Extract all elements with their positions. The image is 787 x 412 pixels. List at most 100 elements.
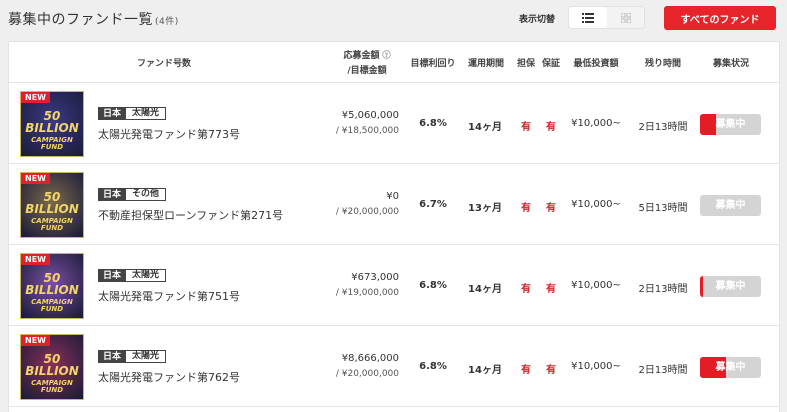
type-tag: 太陽光: [126, 269, 167, 282]
table-header: ファンド号数 応募金額? /目標金額 目標利回り 運用期間 担保 保証 最低投資…: [9, 42, 779, 83]
col-term: 運用期間: [467, 59, 504, 69]
fund-name-link[interactable]: 太陽光発電ファンド第773号: [98, 126, 240, 142]
term: 14ヶ月: [468, 284, 502, 295]
col-guarantee: 保証: [541, 59, 560, 69]
svg-text:?: ?: [384, 52, 388, 59]
col-target-amount: /目標金額: [347, 66, 387, 76]
fund-row[interactable]: NEW 50 BILLION CAMPAIGN FUND 日本 その他 不動産担…: [9, 165, 779, 245]
time-remaining: 2日13時間: [638, 122, 688, 133]
region-tag: 日本: [98, 269, 127, 282]
col-fund-name: ファンド号数: [136, 59, 191, 69]
list-view-button[interactable]: [569, 7, 607, 28]
status-button[interactable]: 募集中: [700, 357, 761, 378]
fund-name-link[interactable]: 太陽光発電ファンド第762号: [98, 369, 240, 385]
new-badge: NEW: [21, 335, 50, 346]
fund-name-link[interactable]: 不動産担保型ローンファンド第271号: [98, 207, 283, 223]
fund-count: (4件): [155, 17, 179, 27]
list-icon: [582, 12, 594, 23]
status-label: 募集中: [715, 281, 746, 292]
thumbnail-caption: 50 BILLION CAMPAIGN FUND: [21, 272, 83, 313]
view-toggle-label: 表示切替: [519, 15, 556, 25]
fund-tags: 日本 太陽光: [98, 269, 167, 282]
status-label: 募集中: [715, 362, 746, 373]
status-button[interactable]: 募集中: [700, 114, 761, 135]
fund-thumbnail[interactable]: NEW 50 BILLION CAMPAIGN FUND: [20, 334, 84, 400]
col-collateral: 担保: [516, 59, 535, 69]
time-remaining: 2日13時間: [638, 365, 688, 376]
col-status: 募集状況: [712, 59, 749, 69]
term: 13ヶ月: [468, 203, 502, 214]
region-tag: 日本: [98, 107, 127, 120]
type-tag: 太陽光: [126, 107, 167, 120]
new-badge: NEW: [21, 92, 50, 103]
target-yield: 6.7%: [419, 199, 447, 210]
applied-amount: ¥5,060,000: [341, 110, 399, 121]
thumbnail-caption-line1: 50 BILLION: [25, 271, 79, 297]
thumbnail-caption-line2: CAMPAIGN FUND: [31, 136, 73, 151]
col-applied-label: 応募金額: [343, 51, 380, 61]
help-icon[interactable]: ?: [381, 50, 391, 59]
collateral-mark: 有: [521, 203, 531, 214]
fund-list-panel: ファンド号数 応募金額? /目標金額 目標利回り 運用期間 担保 保証 最低投資…: [8, 41, 780, 412]
min-investment: ¥10,000~: [571, 361, 621, 372]
min-investment: ¥10,000~: [571, 280, 621, 291]
target-amount: / ¥18,500,000: [335, 126, 399, 136]
target-amount: / ¥20,000,000: [335, 207, 399, 217]
thumbnail-caption: 50 BILLION CAMPAIGN FUND: [21, 191, 83, 232]
page-title: 募集中のファンド一覧 (4件): [8, 9, 179, 29]
thumbnail-caption-line1: 50 BILLION: [25, 352, 79, 378]
fund-thumbnail[interactable]: NEW 50 BILLION CAMPAIGN FUND: [20, 91, 84, 157]
collateral-mark: 有: [521, 122, 531, 133]
thumbnail-caption-line2: CAMPAIGN FUND: [31, 217, 73, 232]
applied-amount: ¥8,666,000: [341, 353, 399, 364]
type-tag: その他: [126, 188, 167, 201]
term: 14ヶ月: [468, 122, 502, 133]
applied-amount: ¥673,000: [351, 272, 399, 283]
target-yield: 6.8%: [419, 361, 447, 372]
target-amount: / ¥19,000,000: [335, 288, 399, 298]
fund-thumbnail[interactable]: NEW 50 BILLION CAMPAIGN FUND: [20, 253, 84, 319]
grid-icon: [621, 12, 631, 23]
status-button[interactable]: 募集中: [700, 276, 761, 297]
type-tag: 太陽光: [126, 350, 167, 363]
fund-thumbnail[interactable]: NEW 50 BILLION CAMPAIGN FUND: [20, 172, 84, 238]
thumbnail-caption-line2: CAMPAIGN FUND: [31, 298, 73, 313]
target-yield: 6.8%: [419, 118, 447, 129]
thumbnail-caption-line1: 50 BILLION: [25, 109, 79, 135]
fund-row[interactable]: NEW 50 BILLION CAMPAIGN FUND 日本 太陽光 太陽光発…: [9, 84, 779, 164]
fund-row[interactable]: NEW 50 BILLION CAMPAIGN FUND 日本 太陽光 太陽光発…: [9, 327, 779, 407]
target-amount: / ¥20,000,000: [335, 369, 399, 379]
guarantee-mark: 有: [546, 122, 556, 133]
region-tag: 日本: [98, 350, 127, 363]
status-label: 募集中: [715, 119, 746, 130]
status-label: 募集中: [715, 200, 746, 211]
thumbnail-caption: 50 BILLION CAMPAIGN FUND: [21, 353, 83, 394]
fund-tags: 日本 太陽光: [98, 350, 167, 363]
term: 14ヶ月: [468, 365, 502, 376]
guarantee-mark: 有: [546, 203, 556, 214]
guarantee-mark: 有: [546, 284, 556, 295]
page-title-text: 募集中のファンド一覧: [8, 12, 153, 28]
new-badge: NEW: [21, 173, 50, 184]
guarantee-mark: 有: [546, 365, 556, 376]
collateral-mark: 有: [521, 365, 531, 376]
all-funds-button[interactable]: すべてのファンド: [664, 6, 776, 30]
grid-view-button[interactable]: [607, 7, 645, 28]
fund-tags: 日本 その他: [98, 188, 167, 201]
col-time-remaining: 残り時間: [644, 59, 681, 69]
thumbnail-caption: 50 BILLION CAMPAIGN FUND: [21, 110, 83, 151]
applied-amount: ¥0: [386, 191, 399, 202]
fund-tags: 日本 太陽光: [98, 107, 167, 120]
thumbnail-caption-line2: CAMPAIGN FUND: [31, 379, 73, 394]
fund-name-link[interactable]: 太陽光発電ファンド第751号: [98, 288, 240, 304]
col-min-investment: 最低投資額: [573, 59, 619, 69]
status-button[interactable]: 募集中: [700, 195, 761, 216]
time-remaining: 2日13時間: [638, 284, 688, 295]
view-toggle: [568, 6, 645, 29]
col-applied-amount: 応募金額?: [331, 48, 403, 61]
fund-row[interactable]: NEW 50 BILLION CAMPAIGN FUND 日本 太陽光 太陽光発…: [9, 246, 779, 326]
new-badge: NEW: [21, 254, 50, 265]
time-remaining: 5日13時間: [638, 203, 688, 214]
target-yield: 6.8%: [419, 280, 447, 291]
min-investment: ¥10,000~: [571, 199, 621, 210]
